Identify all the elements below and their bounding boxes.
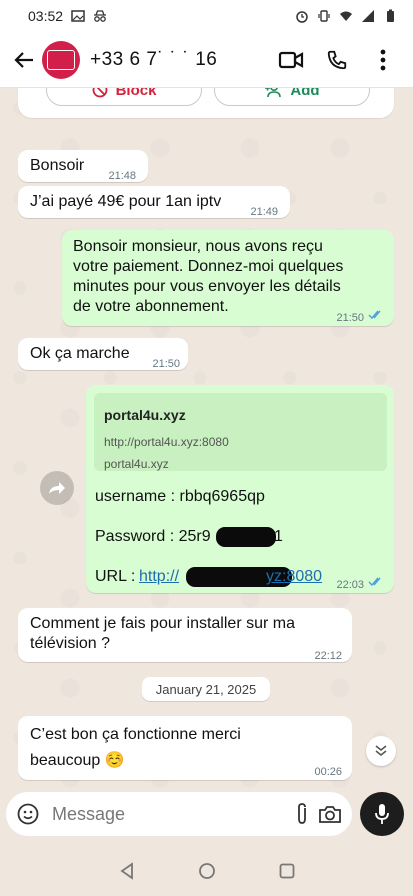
password-suffix: 1 <box>274 528 283 545</box>
mic-icon <box>375 804 389 824</box>
scroll-to-bottom-button[interactable] <box>366 736 396 766</box>
url-link-end[interactable]: yz:8080 <box>266 567 322 587</box>
message-incoming[interactable]: Bonsoir 21:48 <box>18 150 148 182</box>
read-receipt-icon <box>368 310 381 320</box>
alarm-icon <box>296 11 308 23</box>
message-text: Comment je fais pour installer sur ma té… <box>30 615 295 652</box>
back-arrow-icon <box>14 51 33 68</box>
message-input[interactable] <box>50 802 286 826</box>
message-text: C’est bon ça fonctionne merci beaucoup ☺… <box>30 726 241 769</box>
redaction-mark <box>216 527 276 547</box>
url-link-start[interactable]: http:// <box>139 567 179 587</box>
message-incoming[interactable]: Comment je fais pour installer sur ma té… <box>18 608 352 662</box>
battery-icon <box>387 9 394 22</box>
add-contact-icon <box>265 88 282 98</box>
message-time: 22:03 <box>336 579 364 591</box>
url-label: URL : <box>95 568 136 585</box>
nav-recents-icon[interactable] <box>278 862 296 880</box>
attach-button[interactable] <box>294 799 310 829</box>
message-text: J’ai payé 49€ pour 1an iptv <box>30 193 222 210</box>
back-button[interactable] <box>10 46 38 74</box>
nav-back-icon[interactable] <box>118 862 136 880</box>
unknown-contact-card: Block Add <box>18 88 394 118</box>
date-separator: January 21, 2025 <box>142 677 270 701</box>
nav-home-icon[interactable] <box>198 862 216 880</box>
sticker-button[interactable] <box>16 799 40 829</box>
video-call-icon <box>278 51 304 68</box>
message-composer <box>6 792 352 836</box>
avatar[interactable] <box>42 40 80 79</box>
link-preview-title: portal4u.xyz <box>104 407 186 423</box>
message-time: 22:12 <box>314 650 342 662</box>
camera-button[interactable] <box>318 799 342 829</box>
link-preview-url: http://portal4u.xyz:8080 <box>104 435 229 449</box>
incognito-icon <box>94 10 107 22</box>
message-time: 00:26 <box>314 766 342 778</box>
message-outgoing[interactable]: portal4u.xyz http://portal4u.xyz:8080 po… <box>86 385 394 593</box>
message-text: Ok ça marche <box>30 345 130 362</box>
voice-call-icon <box>327 50 347 69</box>
forward-icon <box>49 482 65 494</box>
add-contact-button[interactable]: Add <box>214 88 370 106</box>
status-bar: 03:52 <box>0 0 413 32</box>
password-prefix: Password : 25r9 <box>95 528 211 545</box>
gallery-icon <box>71 10 85 22</box>
block-label: Block <box>115 88 157 99</box>
contact-name[interactable]: +33 6 7˙ ˙ ˙ 16 <box>90 49 265 71</box>
block-button[interactable]: Block <box>46 88 202 106</box>
attach-icon <box>298 803 306 824</box>
message-text: Bonsoir <box>30 157 85 174</box>
system-nav-bar <box>0 846 413 896</box>
message-time: 21:49 <box>250 206 278 218</box>
vibrate-icon <box>318 10 330 22</box>
username-line: username : rbbq6965qp <box>95 488 265 505</box>
wifi-icon <box>340 11 352 21</box>
block-icon <box>92 88 107 98</box>
voice-message-button[interactable] <box>360 792 404 836</box>
message-text: Bonsoir monsieur, nous avons reçu votre … <box>73 238 344 315</box>
message-outgoing[interactable]: Bonsoir monsieur, nous avons reçu votre … <box>62 230 394 326</box>
message-time: 21:50 <box>152 358 180 370</box>
chat-header: +33 6 7˙ ˙ ˙ 16 <box>0 32 413 88</box>
message-incoming[interactable]: J’ai payé 49€ pour 1an iptv 21:49 <box>18 186 290 218</box>
link-preview[interactable]: portal4u.xyz http://portal4u.xyz:8080 po… <box>94 393 387 471</box>
message-incoming[interactable]: C’est bon ça fonctionne merci beaucoup ☺… <box>18 716 352 780</box>
chat-area[interactable]: Block Add Bonsoir 21:48 J’ai payé 49€ po… <box>0 88 413 790</box>
more-vert-icon <box>380 49 386 70</box>
voice-call-button[interactable] <box>317 40 357 80</box>
sticker-icon <box>17 803 39 825</box>
forward-button[interactable] <box>40 471 74 505</box>
message-time: 21:50 <box>336 312 364 324</box>
status-time: 03:52 <box>28 8 64 24</box>
read-receipt-icon <box>368 577 381 587</box>
message-time: 21:48 <box>108 170 136 182</box>
signal-icon <box>362 10 374 22</box>
message-incoming[interactable]: Ok ça marche 21:50 <box>18 338 188 370</box>
add-label: Add <box>290 88 320 99</box>
link-preview-host: portal4u.xyz <box>104 457 169 471</box>
camera-icon <box>319 806 341 823</box>
chevron-down-icon <box>375 745 387 757</box>
more-options-button[interactable] <box>363 40 403 80</box>
video-call-button[interactable] <box>271 40 311 80</box>
